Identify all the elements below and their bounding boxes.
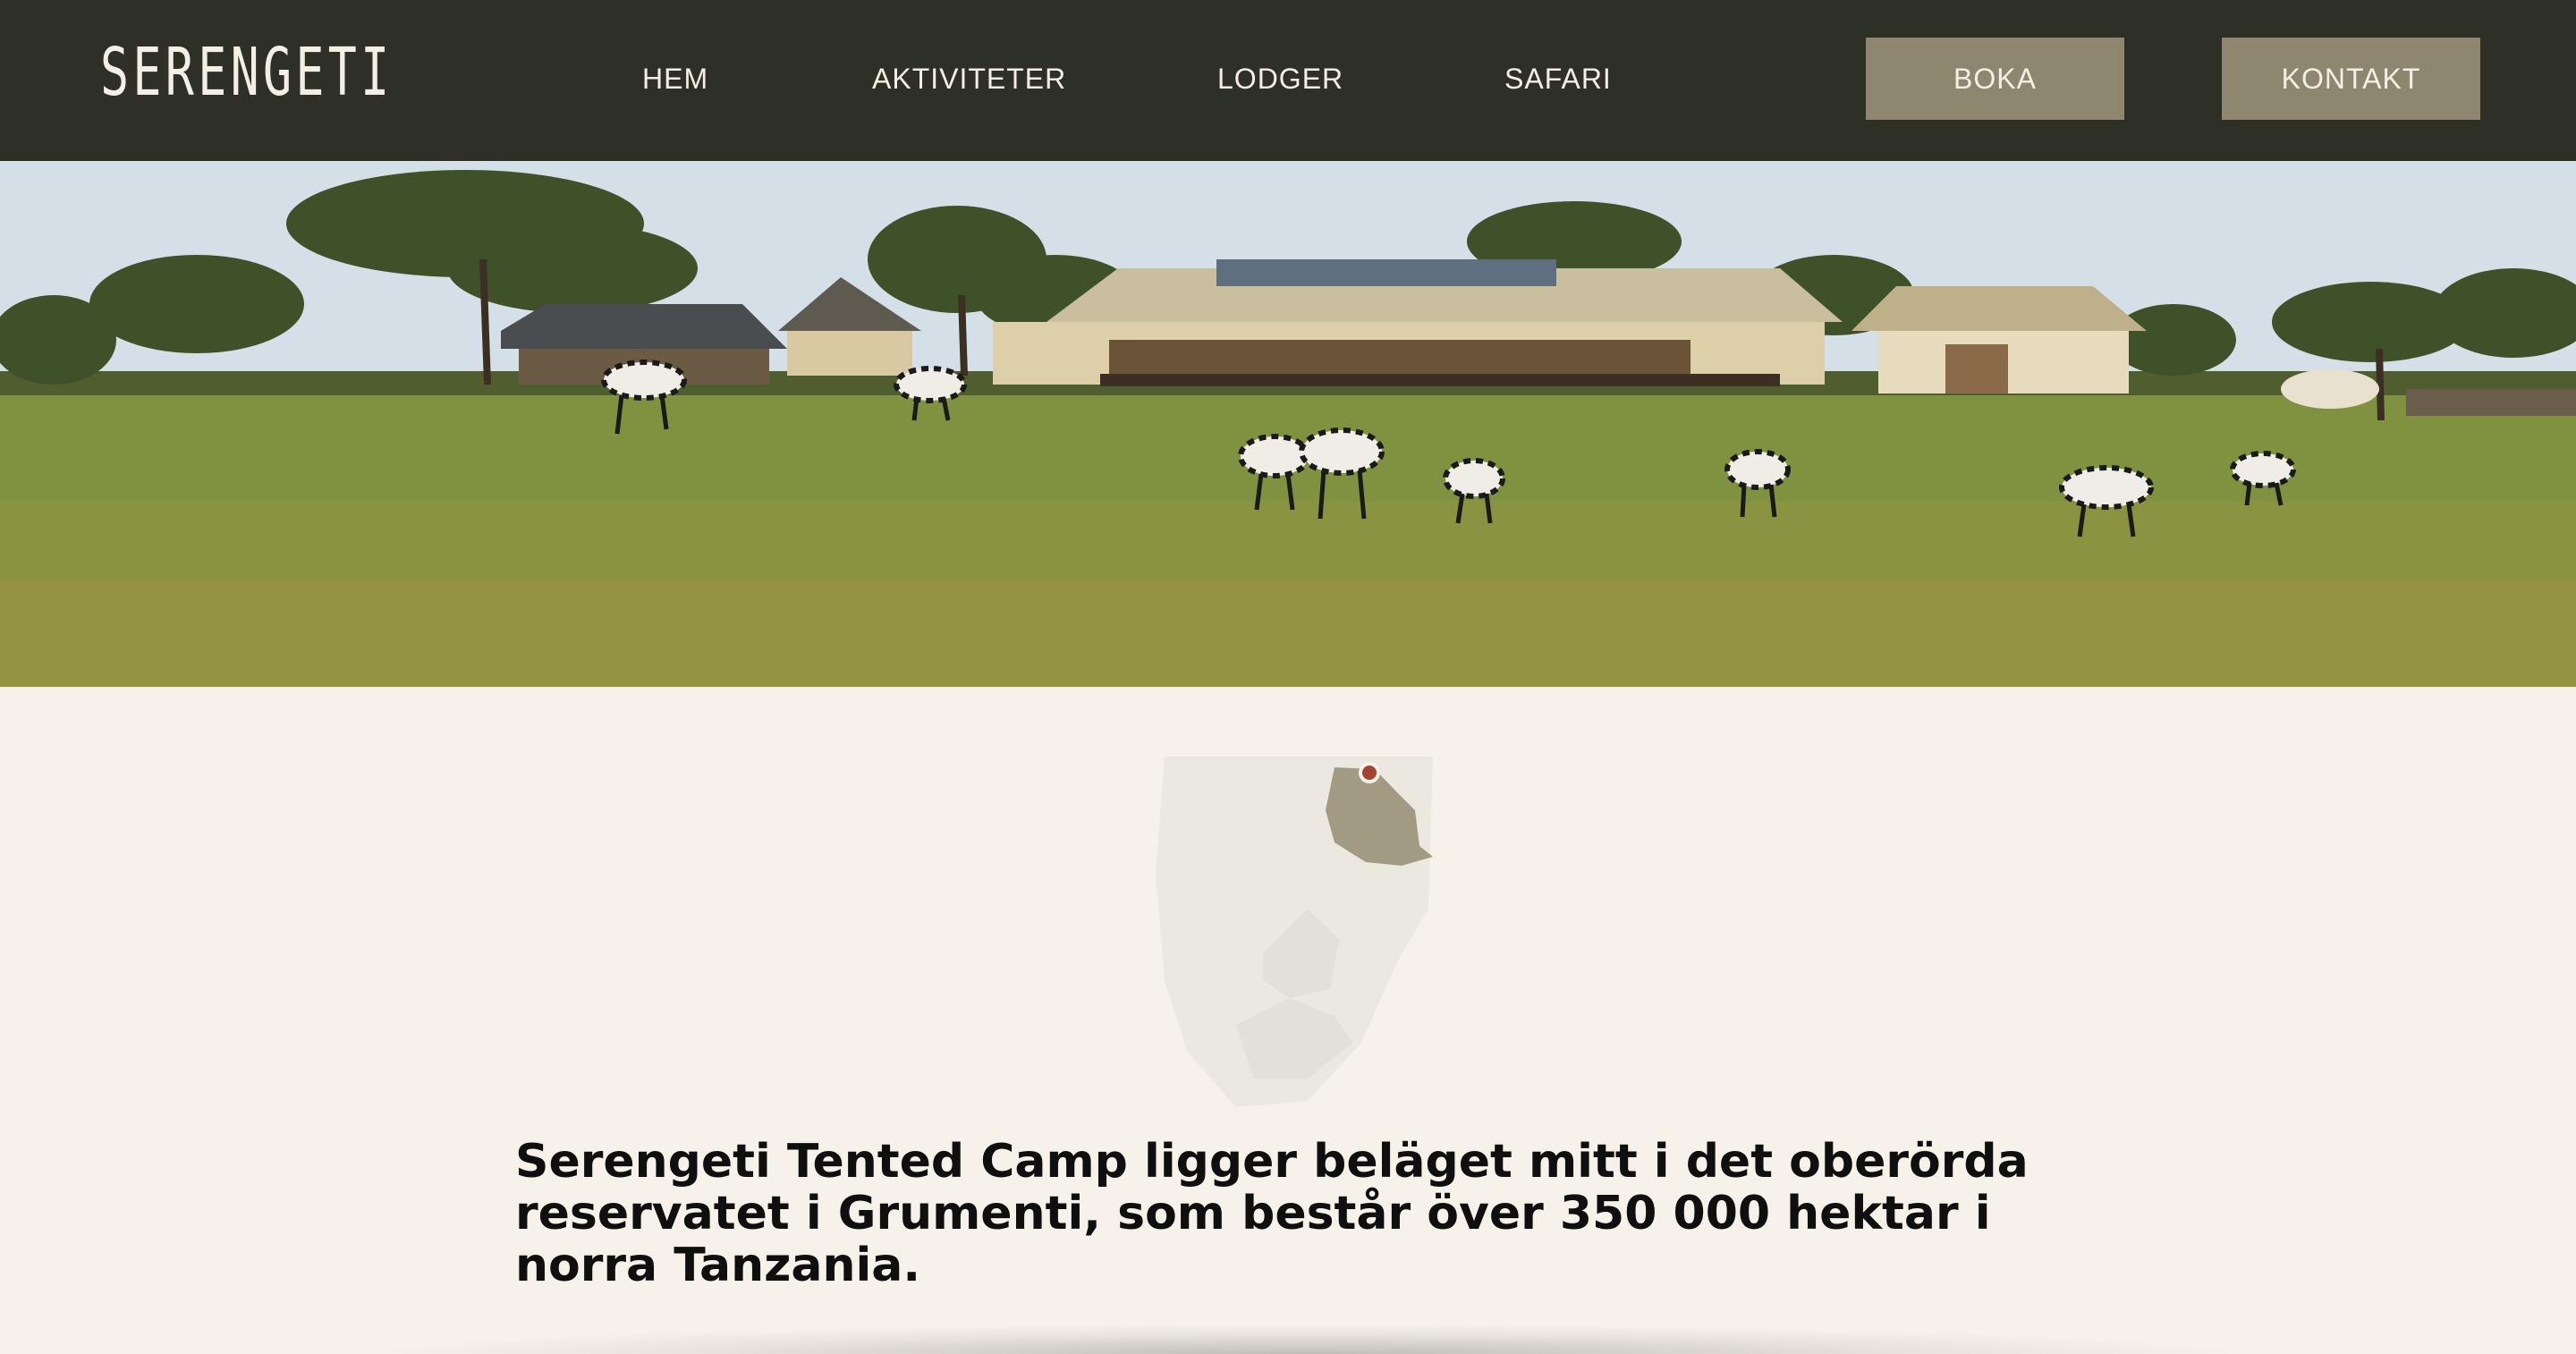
section-divider-shadow — [358, 1324, 2254, 1354]
location-marker-icon — [1359, 762, 1380, 783]
africa-location-map — [1156, 757, 1433, 1107]
nav-link-aktiviteter[interactable]: AKTIVITETER — [872, 59, 1066, 98]
book-button[interactable]: BOKA — [1866, 38, 2124, 120]
nav-link-lodger[interactable]: LODGER — [1217, 59, 1343, 98]
nav-link-hem[interactable]: HEM — [642, 59, 708, 98]
brand-logo[interactable]: SERENGETI — [100, 38, 389, 107]
contact-button[interactable]: KONTAKT — [2222, 38, 2480, 120]
intro-paragraph: Serengeti Tented Camp ligger beläget mit… — [515, 1135, 2029, 1292]
top-nav: SERENGETI HEM AKTIVITETER LODGER SAFARI … — [0, 0, 2576, 161]
safari-camp-illustration — [0, 161, 2576, 687]
nav-link-safari[interactable]: SAFARI — [1504, 59, 1612, 98]
hero-image — [0, 161, 2576, 687]
